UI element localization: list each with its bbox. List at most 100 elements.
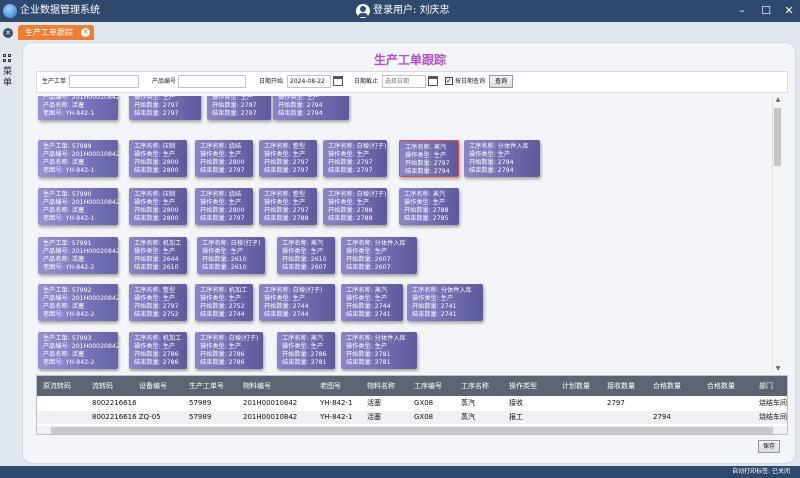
- column-header[interactable]: 计划数量: [562, 382, 590, 391]
- card-line: 操作类型: 生产: [200, 295, 242, 302]
- menu-grid-icon[interactable]: [3, 54, 12, 63]
- process-step-card[interactable]: 工序名称: 机加工 操作类型: 生产 开始数量: 2644 结束数量: 2610: [129, 237, 187, 274]
- column-header[interactable]: 合格数量: [653, 382, 681, 391]
- column-header[interactable]: 操作类型: [509, 382, 537, 391]
- process-step-card[interactable]: 工序名称: 整型 操作类型: 生产 开始数量: 2797 结束数量: 2752: [129, 284, 187, 321]
- card-line: 工序名称: 白棱(打子): [202, 240, 261, 247]
- work-order-card[interactable]: 生产工单: 57990 产品编号: 201H00010842 产品名称: 活塞 老图号…: [38, 188, 118, 225]
- process-step-card[interactable]: 工序名称: 机加工 操作类型: 生产 开始数量: 2752 结束数量: 2744: [195, 284, 253, 321]
- process-step-card[interactable]: 工序名称: 分体件入库操作类型: 生产开始数量: 2794结束数量: 2794: [273, 96, 349, 120]
- work-order-card[interactable]: 生产工单: 57993 产品编号: 201H00020842 产品名称: 活塞 老图号…: [38, 332, 118, 369]
- table-cell: 接收: [509, 399, 523, 407]
- process-step-card[interactable]: 工序名称: 蒸汽操作类型: 生产开始数量: 2797结束数量: 2797: [207, 96, 271, 120]
- maximize-button[interactable]: ☐: [758, 3, 774, 19]
- process-step-card[interactable]: 工序名称: 白棱(打子)操作类型: 生产开始数量: 2797结束数量: 2797: [129, 96, 201, 120]
- process-step-card[interactable]: 工序名称: 分体件入库 操作类型: 生产 开始数量: 2781 结束数量: 2781: [341, 332, 417, 369]
- process-step-card[interactable]: 工序名称: 分体件入库 操作类型: 生产 开始数量: 2607 结束数量: 2607: [341, 237, 417, 274]
- process-step-card[interactable]: 工序名称: 白棱(打子)操作类型: 生产开始数量: 2797结束数量: 2797: [323, 140, 387, 177]
- card-line: 结束数量: 2797: [212, 110, 257, 117]
- tab-close-icon[interactable]: ✕: [81, 28, 90, 37]
- process-step-card[interactable]: 工序名称: 蒸汽 操作类型: 生产 开始数量: 2610 结束数量: 2607: [277, 237, 335, 274]
- card-line: 操作类型: 生产: [200, 199, 242, 206]
- card-line: 开始数量: 2800: [134, 207, 179, 214]
- process-step-card[interactable]: 工序名称: 蒸汽 操作类型: 生产 开始数量: 2786 结束数量: 2781: [277, 332, 335, 369]
- close-window-button[interactable]: ✕: [781, 3, 797, 19]
- card-line: 开始数量: 2788: [404, 207, 449, 214]
- card-line: 工序名称: 白棱(打子): [200, 335, 259, 342]
- card-line: 工序名称: 蒸汽: [405, 144, 447, 151]
- process-step-card[interactable]: 工序名称: 分体件入库操作类型: 生产开始数量: 2794结束数量: 2794: [464, 140, 540, 177]
- process-step-card[interactable]: 工序名称: 蒸汽 操作类型: 生产 开始数量: 2797 结束数量: 2794: [399, 140, 459, 177]
- process-step-card[interactable]: 工序名称: 白棱(打子) 操作类型: 生产 开始数量: 2610 结束数量: 2610: [197, 237, 265, 274]
- table-row[interactable]: 8002216616 57989 201H00010842 YH-842-1 活塞 GX0…: [37, 397, 787, 410]
- work-order-card[interactable]: 生产工单: 57991 产品编号: 201H00020842 产品名称: 活塞 老图号…: [38, 237, 118, 274]
- process-step-card[interactable]: 工序名称: 整型 操作类型: 生产 开始数量: 2797 结束数量: 2797: [259, 140, 317, 177]
- card-line: 操作类型: 生产: [346, 343, 388, 350]
- date-start-input[interactable]: [287, 75, 331, 88]
- logged-in-user: 登录用户: 刘庆忠: [373, 5, 450, 16]
- table-cell: 57989: [189, 399, 212, 407]
- table-cell: YH-842-1: [320, 399, 353, 407]
- process-step-card[interactable]: 工序名称: 烧结 操作类型: 生产 开始数量: 2800 结束数量: 2797: [195, 188, 253, 225]
- scroll-thumb[interactable]: [774, 108, 781, 166]
- tab-production-tracking[interactable]: 生产工单跟踪 ✕: [18, 25, 94, 40]
- horizontal-scrollbar[interactable]: [37, 426, 787, 434]
- column-header[interactable]: 合格数量: [707, 382, 735, 391]
- card-line: 操作类型: 生产: [282, 343, 324, 350]
- card-line: 结束数量: 2607: [282, 264, 327, 271]
- card-line: 产品名称: 活塞: [43, 207, 85, 214]
- work-order-card[interactable]: 生产工单: 57988产品编号: 201H00010842产品名称: 活塞老图号…: [38, 96, 118, 120]
- column-header[interactable]: 生产工单号: [189, 382, 224, 391]
- work-order-card[interactable]: 生产工单: 57992 产品编号: 201H00020842 产品名称: 活塞 老图号…: [38, 284, 118, 321]
- process-step-card[interactable]: 工序名称: 白棱(打子) 操作类型: 生产 开始数量: 2786 结束数量: 2786: [195, 332, 263, 369]
- status-text: 自动打印标签: 已关闭: [732, 468, 790, 475]
- column-header[interactable]: 接收数量: [607, 382, 635, 391]
- column-header[interactable]: 工序名称: [461, 382, 489, 391]
- process-step-card[interactable]: 工序名称: 白棱(打子) 操作类型: 生产 开始数量: 2788 结束数量: 2788: [323, 188, 387, 225]
- card-line: 工序名称: 蒸汽: [346, 287, 388, 294]
- process-step-card[interactable]: 工序名称: 压制 操作类型: 生产 开始数量: 2800 结束数量: 2800: [129, 188, 187, 225]
- column-header[interactable]: 工序编号: [414, 382, 442, 391]
- process-step-card[interactable]: 工序名称: 蒸汽 操作类型: 生产 开始数量: 2788 结束数量: 2785: [399, 188, 459, 225]
- scroll-thumb[interactable]: [51, 427, 773, 434]
- work-order-card[interactable]: 生产工单: 57989 产品编号: 201H00010842 产品名称: 活塞 老图号…: [38, 140, 118, 177]
- process-step-card[interactable]: 工序名称: 烧结 操作类型: 生产 开始数量: 2800 结束数量: 2797: [195, 140, 253, 177]
- column-header[interactable]: 原流转码: [43, 382, 71, 391]
- date-end-input[interactable]: [382, 75, 426, 88]
- card-line: 生产工单: 57990: [43, 191, 92, 198]
- card-line: 开始数量: 2744: [346, 303, 391, 310]
- column-header[interactable]: 物料名称: [367, 382, 395, 391]
- card-line: 工序名称: 白棱(打子): [264, 287, 323, 294]
- column-header[interactable]: 设备编号: [139, 382, 167, 391]
- query-button[interactable]: 查询: [489, 75, 513, 88]
- card-line: 结束数量: 2788: [264, 215, 309, 222]
- table-row[interactable]: 8002216616 ZQ-05 57989 201H00010842 YH-842-…: [37, 411, 787, 424]
- card-line: 操作类型: 生产: [134, 248, 176, 255]
- scroll-up-icon[interactable]: ▲: [774, 96, 782, 103]
- work-order-input[interactable]: [69, 75, 139, 88]
- process-step-card[interactable]: 工序名称: 白棱(打子) 操作类型: 生产 开始数量: 2744 结束数量: 2744: [259, 284, 335, 321]
- column-header[interactable]: 流转码: [92, 382, 113, 391]
- process-step-card[interactable]: 工序名称: 分体件入库 操作类型: 生产 开始数量: 2741 结束数量: 2741: [407, 284, 483, 321]
- sidebar-close-icon[interactable]: ✕: [3, 28, 13, 38]
- column-header[interactable]: 部门: [759, 382, 773, 391]
- minimize-button[interactable]: –: [734, 3, 750, 19]
- card-line: 开始数量: 2797: [264, 159, 309, 166]
- scroll-down-icon[interactable]: ▼: [774, 365, 782, 372]
- process-step-card[interactable]: 工序名称: 蒸汽 操作类型: 生产 开始数量: 2744 结束数量: 2741: [341, 284, 403, 321]
- product-no-input[interactable]: [178, 75, 246, 88]
- process-step-card[interactable]: 工序名称: 整型 操作类型: 生产 开始数量: 2797 结束数量: 2788: [259, 188, 317, 225]
- by-date-checkbox[interactable]: ✓: [445, 77, 453, 85]
- save-button[interactable]: 保存: [758, 440, 780, 453]
- column-header[interactable]: 物料编号: [243, 382, 271, 391]
- calendar-icon[interactable]: [333, 76, 343, 86]
- menu-label[interactable]: 菜单: [3, 67, 13, 89]
- calendar-icon[interactable]: [428, 76, 438, 86]
- process-step-card[interactable]: 工序名称: 机加工 操作类型: 生产 开始数量: 2786 结束数量: 2786: [129, 332, 187, 369]
- process-step-card[interactable]: 工序名称: 压制 操作类型: 生产 开始数量: 2800 结束数量: 2800: [129, 140, 187, 177]
- card-line: 开始数量: 2800: [200, 207, 245, 214]
- card-line: 生产工单: 57989: [43, 143, 92, 150]
- column-header[interactable]: 老图号: [320, 382, 341, 391]
- card-line: 结束数量: 2610: [202, 264, 247, 271]
- vertical-scrollbar[interactable]: ▲ ▼: [772, 96, 782, 372]
